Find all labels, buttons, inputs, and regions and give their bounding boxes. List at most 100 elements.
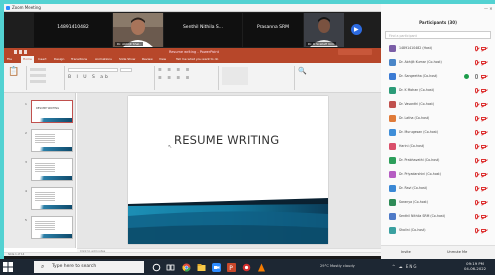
video-off-icon[interactable] — [481, 200, 486, 204]
mic-muted-icon[interactable] — [475, 130, 478, 135]
participant-row[interactable]: Dr. Abhijit Kumar (Co-host) — [385, 58, 491, 67]
participant-row[interactable]: Dr. Murugesan (Co-host) — [385, 128, 491, 137]
mic-on-icon[interactable] — [475, 74, 478, 79]
video-off-icon[interactable] — [481, 46, 486, 50]
participant-row[interactable]: Dr. Priyadarshini (Co-host) — [385, 170, 491, 179]
video-off-icon[interactable] — [481, 144, 486, 148]
app-icon[interactable] — [242, 263, 251, 272]
video-off-icon[interactable] — [481, 102, 486, 106]
editing-icon[interactable]: 🔍 — [298, 67, 307, 75]
mic-muted-icon[interactable] — [475, 158, 478, 163]
video-off-icon[interactable] — [481, 172, 486, 176]
mic-muted-icon[interactable] — [475, 214, 478, 219]
participant-row[interactable]: 14891410482 (Host) — [385, 44, 491, 53]
mic-muted-icon[interactable] — [475, 172, 478, 177]
participant-row[interactable]: Dr. Vasanthi (Co-host) — [385, 100, 491, 109]
font-size-select[interactable] — [120, 68, 132, 72]
participant-row[interactable]: Dr. Sangeetha (Co-host) — [385, 72, 491, 81]
participant-row[interactable]: Dr. Ravi (Co-host) — [385, 184, 491, 193]
mic-muted-icon[interactable] — [475, 102, 478, 107]
align-icons[interactable]: ≡ ≡ ≡ ≡ — [158, 76, 191, 81]
video-tile[interactable]: Senthil Nithila S... — [164, 13, 242, 47]
powerpoint-app-icon[interactable]: P — [227, 263, 236, 272]
unmute-me-button[interactable]: Unmute Me — [447, 250, 467, 254]
slide-thumbnail[interactable]: 1 RESUME WRITING — [25, 100, 73, 123]
tell-me-search[interactable]: Tell me what you want to do — [176, 57, 218, 61]
taskbar-search-input[interactable]: ⌕ Type here to search — [34, 261, 144, 273]
tab-design[interactable]: Design — [54, 57, 64, 61]
new-slide-button[interactable] — [30, 68, 46, 71]
video-tile[interactable]: Prasanna SRM — [243, 13, 303, 47]
system-tray-icons[interactable]: ^ ☁ ENG — [392, 264, 418, 269]
participant-row[interactable]: Saranya (Co-host) — [385, 198, 491, 207]
file-explorer-icon[interactable] — [197, 263, 206, 272]
participant-row[interactable]: Senthil Nithila SRM (Co-host) — [385, 212, 491, 221]
tab-home[interactable]: Home — [21, 56, 34, 63]
ribbon-divider — [26, 66, 27, 90]
mic-muted-icon[interactable] — [475, 60, 478, 65]
slide-thumbnail[interactable]: 4 — [25, 187, 73, 210]
windows-start-icon[interactable] — [3, 262, 13, 272]
quick-access-icon[interactable] — [14, 50, 32, 54]
reset-button[interactable] — [30, 80, 46, 83]
video-off-icon[interactable] — [481, 228, 486, 232]
invite-button[interactable]: Invite — [401, 250, 411, 254]
slide-title[interactable]: RESUME WRITING — [174, 133, 279, 147]
paragraph-icons[interactable]: ≡ ≡ ≡ ≡ — [158, 68, 191, 73]
participant-search-input[interactable]: Find a participant — [385, 31, 491, 39]
tab-insert[interactable]: Insert — [38, 57, 47, 61]
tab-animations[interactable]: Animations — [95, 57, 112, 61]
video-off-icon[interactable] — [481, 60, 486, 64]
window-title: Zoom Meeting — [12, 5, 41, 10]
taskbar-clock[interactable]: 09:19 PM 04-06-2022 — [464, 261, 486, 271]
slide-thumbnail[interactable]: 2 — [25, 129, 73, 152]
mouse-cursor-icon: ↖ — [168, 144, 173, 150]
font-style-icons[interactable]: B I U S ab — [68, 75, 110, 80]
weather-widget[interactable]: 29°C Mostly cloudy — [320, 264, 355, 268]
tab-view[interactable]: View — [159, 57, 166, 61]
video-off-icon[interactable] — [481, 130, 486, 134]
participant-row[interactable]: Dr. Prabhavathi (Co-host) — [385, 156, 491, 165]
video-tile-camera[interactable]: Dr. Abhijit Shal.. — [113, 13, 163, 47]
paste-icon[interactable]: 📋 — [8, 67, 19, 77]
mic-muted-icon[interactable] — [475, 144, 478, 149]
participant-avatar — [389, 185, 396, 192]
mic-muted-icon[interactable] — [475, 88, 478, 93]
next-page-arrow-icon[interactable] — [351, 24, 362, 35]
tab-file[interactable]: File — [7, 57, 12, 61]
layout-button[interactable] — [30, 74, 46, 77]
tab-review[interactable]: Review — [142, 57, 153, 61]
video-tile[interactable]: 14891410482 — [34, 13, 112, 47]
video-off-icon[interactable] — [481, 186, 486, 190]
video-off-icon[interactable] — [481, 158, 486, 162]
participant-row[interactable]: Dr. Latha (Co-host) — [385, 114, 491, 123]
mic-muted-icon[interactable] — [475, 200, 478, 205]
tab-slideshow[interactable]: Slide Show — [119, 57, 135, 61]
participant-row[interactable]: Shalini (Co-host) — [385, 226, 491, 235]
video-off-icon[interactable] — [481, 116, 486, 120]
mic-muted-icon[interactable] — [475, 116, 478, 121]
shapes-gallery[interactable] — [222, 67, 248, 85]
task-view-icon[interactable] — [166, 263, 175, 272]
mic-muted-icon[interactable] — [475, 228, 478, 233]
video-off-icon[interactable] — [481, 214, 486, 218]
participant-row[interactable]: Dr. K Mohan (Co-host) — [385, 86, 491, 95]
video-on-icon[interactable] — [464, 74, 469, 79]
tab-transitions[interactable]: Transitions — [71, 57, 87, 61]
video-tile-camera[interactable]: Dr. K ScallaH Kim — [304, 13, 344, 47]
zoom-app-icon[interactable] — [212, 263, 221, 272]
mic-muted-icon[interactable] — [475, 186, 478, 191]
cortana-icon[interactable] — [152, 263, 161, 272]
video-tile-name: Prasanna SRM — [256, 25, 290, 30]
vlc-icon[interactable] — [257, 263, 266, 272]
mic-muted-icon[interactable] — [475, 46, 478, 51]
sign-in-button[interactable] — [338, 49, 372, 55]
chrome-icon[interactable] — [182, 263, 191, 272]
participant-row[interactable]: Harini (Co-host) — [385, 142, 491, 151]
slide-thumbnail[interactable]: 3 — [25, 158, 73, 181]
font-family-select[interactable] — [68, 68, 118, 72]
video-off-icon[interactable] — [481, 88, 486, 92]
window-controls-icon[interactable]: — ✕ — [484, 6, 493, 11]
video-off-icon[interactable] — [481, 74, 486, 78]
slide-thumbnail[interactable]: 5 — [25, 216, 73, 239]
